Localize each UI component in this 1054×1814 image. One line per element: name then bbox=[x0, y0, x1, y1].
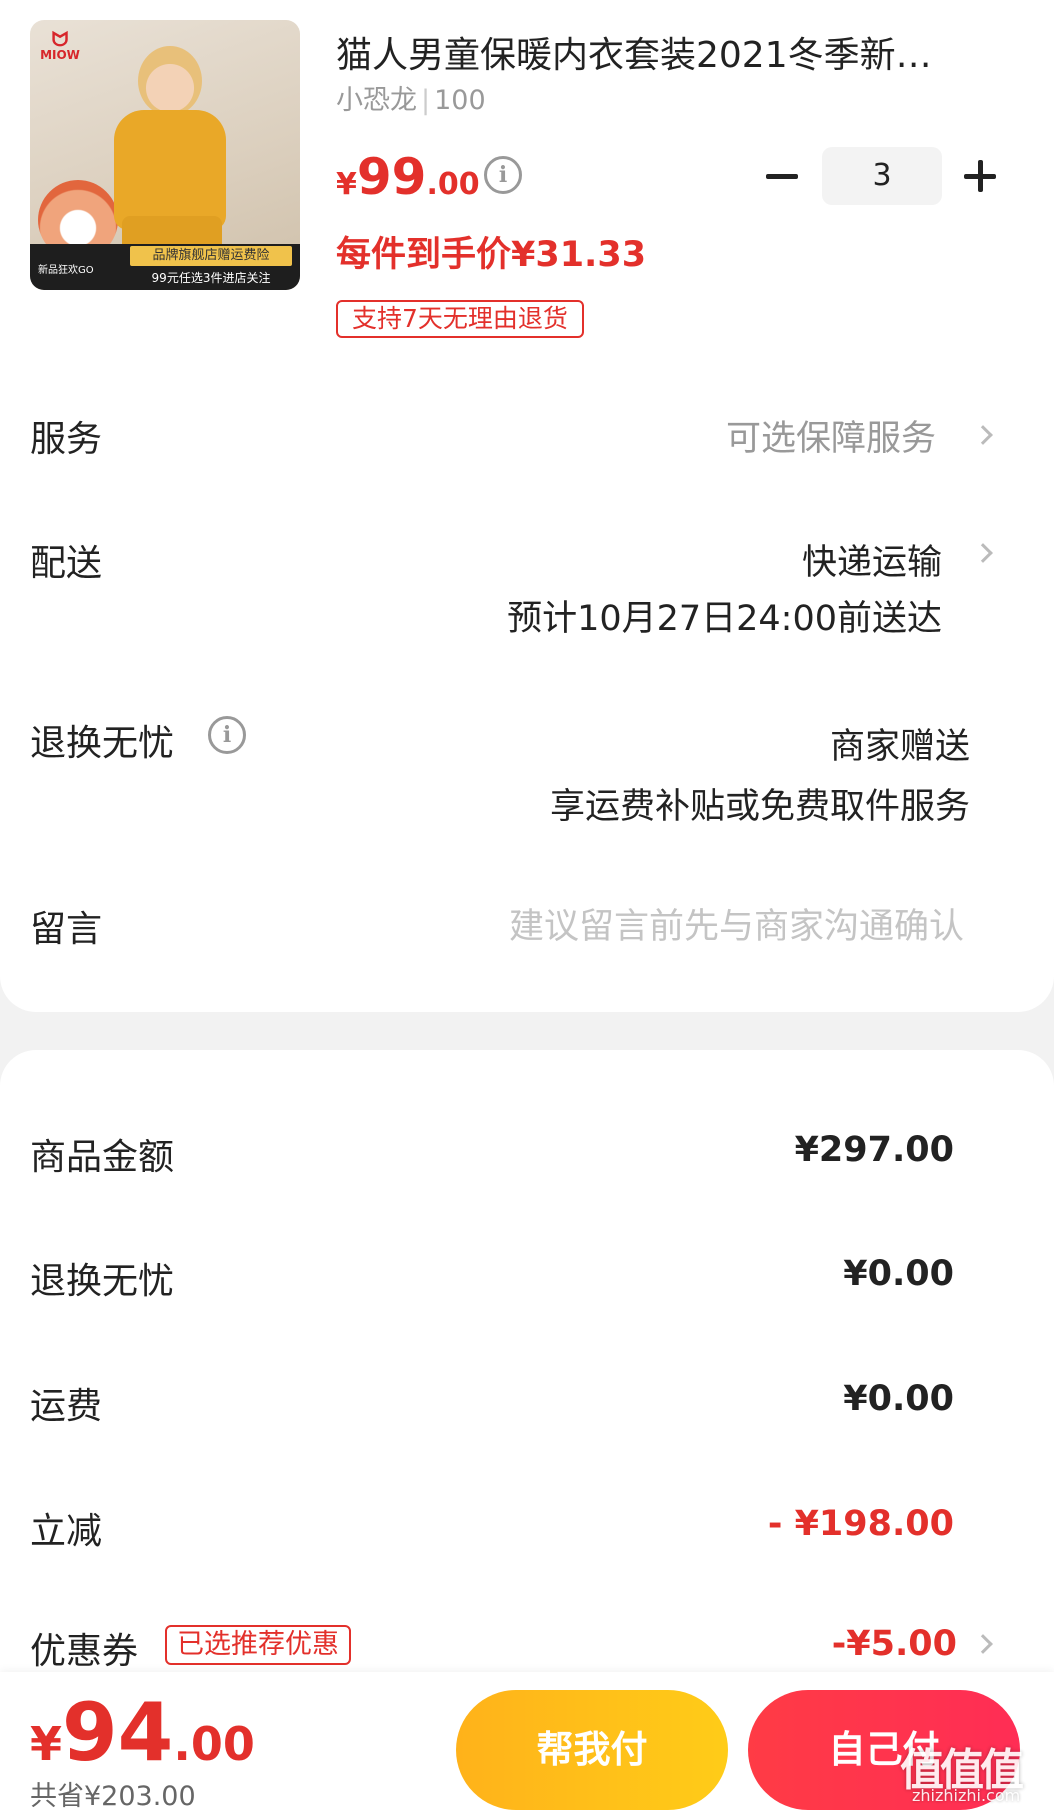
service-value[interactable]: 可选保障服务 bbox=[726, 410, 936, 461]
message-label: 留言 bbox=[30, 909, 103, 950]
shipping-fee-label: 运费 bbox=[30, 1386, 103, 1427]
coupon-recommended-badge: 已选推荐优惠 bbox=[165, 1625, 351, 1665]
help-me-pay-button[interactable]: 帮我付 bbox=[456, 1690, 728, 1810]
worry-free-description: 享运费补贴或免费取件服务 bbox=[549, 787, 970, 827]
spec-size: 100 bbox=[434, 85, 486, 116]
quantity-increase-button[interactable] bbox=[962, 158, 998, 194]
instant-discount-value: - ¥198.00 bbox=[767, 1504, 954, 1544]
price-info-icon[interactable]: i bbox=[484, 156, 522, 194]
product-spec[interactable]: 小恐龙 | 100 bbox=[336, 78, 486, 117]
goods-amount-label: 商品金额 bbox=[30, 1137, 175, 1178]
message-input[interactable]: 建议留言前先与商家沟通确认 bbox=[509, 898, 964, 949]
unit-price: ¥99.00 bbox=[336, 148, 480, 206]
delivery-label: 配送 bbox=[30, 543, 103, 584]
coupon-label: 优惠券 bbox=[30, 1631, 139, 1672]
per-item-price: 每件到手价¥31.33 bbox=[336, 235, 647, 275]
shipping-fee-value: ¥0.00 bbox=[843, 1379, 954, 1419]
product-thumbnail[interactable]: ᗢ MIOW 新品狂欢GO 品牌旗舰店赠运费险 99元任选3件进店关注 bbox=[30, 20, 300, 290]
goods-amount-value: ¥297.00 bbox=[794, 1130, 954, 1170]
delivery-value[interactable]: 快递运输 bbox=[802, 534, 942, 585]
worry-free-value: 商家赠送 bbox=[829, 727, 970, 767]
worry-free-fee-label: 退换无忧 bbox=[30, 1261, 175, 1302]
product-title[interactable]: 猫人男童保暖内衣套装2021冬季新… bbox=[336, 26, 976, 78]
child-model-head bbox=[138, 46, 202, 116]
worry-free-fee-value: ¥0.00 bbox=[843, 1254, 954, 1294]
total-decimal: .00 bbox=[173, 1717, 255, 1771]
child-model-body bbox=[114, 110, 226, 230]
spec-separator: | bbox=[421, 85, 431, 116]
promo-right-top-text: 品牌旗舰店赠运费险 bbox=[130, 246, 292, 266]
price-currency: ¥ bbox=[336, 167, 357, 202]
worry-free-label: 退换无忧 bbox=[30, 723, 175, 764]
quantity-decrease-button[interactable] bbox=[764, 158, 800, 194]
total-integer: 94 bbox=[62, 1686, 174, 1779]
return-policy-badge: 支持7天无理由退货 bbox=[336, 300, 584, 338]
watermark-url: zhizhizhi.com bbox=[912, 1786, 1021, 1805]
promo-right-bottom-text: 99元任选3件进店关注 bbox=[151, 271, 271, 285]
price-decimal: .00 bbox=[426, 167, 480, 202]
price-integer: 99 bbox=[356, 148, 427, 206]
total-currency: ¥ bbox=[30, 1717, 63, 1771]
brand-logo: ᗢ MIOW bbox=[40, 27, 80, 62]
total-price: ¥94.00 bbox=[30, 1686, 255, 1779]
coupon-value[interactable]: -¥5.00 bbox=[832, 1624, 957, 1664]
worry-free-info-icon[interactable]: i bbox=[208, 716, 246, 754]
service-label: 服务 bbox=[30, 419, 103, 460]
spec-style: 小恐龙 bbox=[336, 85, 417, 116]
delivery-eta: 预计10月27日24:00前送达 bbox=[507, 599, 942, 639]
promo-left-text: 新品狂欢GO bbox=[38, 265, 94, 276]
total-saved: 共省¥203.00 bbox=[30, 1781, 196, 1812]
quantity-input[interactable]: 3 bbox=[822, 147, 942, 205]
instant-discount-label: 立减 bbox=[30, 1511, 103, 1552]
